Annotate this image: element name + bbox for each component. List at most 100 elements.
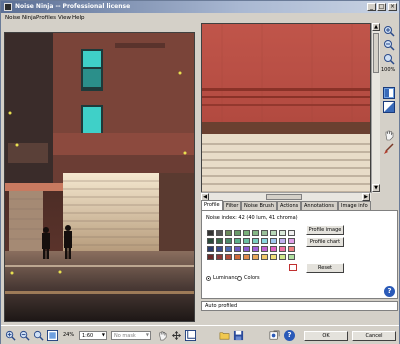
move-tool-icon[interactable] bbox=[171, 330, 182, 341]
menu-bar: Noise Ninja Profiles View Help bbox=[1, 13, 399, 23]
minimize-button[interactable]: _ bbox=[367, 3, 376, 11]
help-icon[interactable]: ? bbox=[284, 330, 295, 341]
maximize-button[interactable]: □ bbox=[377, 3, 386, 11]
tab-profile[interactable]: Profile bbox=[201, 200, 223, 210]
zoom-vertical-scrollbar[interactable]: ▲ ▼ bbox=[371, 23, 380, 193]
tab-noise-brush[interactable]: Noise Brush bbox=[241, 201, 277, 210]
status-bar: Auto profiled bbox=[201, 301, 398, 311]
scroll-down-arrow-icon[interactable]: ▼ bbox=[372, 184, 380, 192]
profile-chart-button[interactable]: Profile chart bbox=[306, 237, 344, 247]
colors-radio[interactable] bbox=[237, 276, 242, 281]
ok-button[interactable]: OK bbox=[304, 331, 348, 341]
reset-button[interactable]: Reset bbox=[306, 263, 344, 273]
zoom-horizontal-scroll-thumb[interactable] bbox=[266, 194, 302, 200]
swatch[interactable] bbox=[288, 238, 295, 244]
swatch[interactable] bbox=[207, 246, 214, 252]
fit-window-icon[interactable] bbox=[47, 330, 58, 341]
swatch[interactable] bbox=[270, 246, 277, 252]
swatch[interactable] bbox=[225, 230, 232, 236]
scroll-right-arrow-icon[interactable]: ▶ bbox=[362, 193, 370, 201]
menu-profiles[interactable]: Profiles bbox=[36, 15, 56, 21]
swatch[interactable] bbox=[216, 238, 223, 244]
zoom-in-icon[interactable] bbox=[5, 330, 16, 341]
cancel-button[interactable]: Cancel bbox=[352, 331, 396, 341]
swatch[interactable] bbox=[243, 246, 250, 252]
swatch[interactable] bbox=[225, 238, 232, 244]
app-window: Noise Ninja -- Professional license _ □ … bbox=[0, 0, 400, 344]
profile-panel: Noise index: 42 (40 lum, 41 chroma) Prof… bbox=[201, 210, 398, 299]
tab-filter[interactable]: Filter bbox=[223, 201, 241, 210]
swatch[interactable] bbox=[288, 254, 295, 260]
zoom-horizontal-scrollbar[interactable]: ◀ ▶ bbox=[201, 192, 371, 201]
noise-brush-icon[interactable] bbox=[383, 143, 395, 155]
swatch[interactable] bbox=[270, 238, 277, 244]
fit-select[interactable]: 1:60 ▼ bbox=[79, 331, 107, 340]
swatch[interactable] bbox=[261, 254, 268, 260]
zoom-preview-image bbox=[202, 24, 370, 202]
window-title: Noise Ninja -- Professional license bbox=[15, 3, 131, 10]
swatch[interactable] bbox=[261, 238, 268, 244]
swatch[interactable] bbox=[288, 230, 295, 236]
profile-image-button[interactable]: Profile image bbox=[306, 225, 344, 235]
swatch[interactable] bbox=[243, 230, 250, 236]
menu-view[interactable]: View bbox=[58, 15, 71, 21]
zoom-out-icon[interactable] bbox=[19, 330, 30, 341]
swatch[interactable] bbox=[207, 230, 214, 236]
swatch[interactable] bbox=[234, 238, 241, 244]
zoom-preview[interactable] bbox=[201, 23, 371, 203]
swatch[interactable] bbox=[216, 246, 223, 252]
zoom-in-icon[interactable] bbox=[383, 25, 395, 37]
swatch[interactable] bbox=[225, 246, 232, 252]
tab-actions[interactable]: Actions bbox=[277, 201, 301, 210]
swatch[interactable] bbox=[252, 254, 259, 260]
swatch[interactable] bbox=[270, 230, 277, 236]
tab-annotations[interactable]: Annotations bbox=[301, 201, 338, 210]
menu-noise-ninja[interactable]: Noise Ninja bbox=[5, 15, 36, 21]
chevron-down-icon: ▼ bbox=[145, 332, 149, 337]
swatch[interactable] bbox=[279, 254, 286, 260]
swatch[interactable] bbox=[216, 230, 223, 236]
swatch[interactable] bbox=[207, 238, 214, 244]
image-viewport[interactable] bbox=[4, 32, 195, 322]
zoom-fit-icon[interactable] bbox=[33, 330, 44, 341]
swatch[interactable] bbox=[207, 254, 214, 260]
compare-view-icon[interactable] bbox=[383, 87, 395, 99]
swatch[interactable] bbox=[225, 254, 232, 260]
hand-tool-icon[interactable] bbox=[383, 129, 395, 141]
swatch[interactable] bbox=[234, 246, 241, 252]
luminance-radio[interactable] bbox=[206, 276, 211, 281]
swatch[interactable] bbox=[234, 254, 241, 260]
crop-icon[interactable] bbox=[185, 330, 196, 341]
swatch[interactable] bbox=[279, 246, 286, 252]
swatch[interactable] bbox=[252, 230, 259, 236]
swatch[interactable] bbox=[252, 246, 259, 252]
title-bar: Noise Ninja -- Professional license _ □ … bbox=[1, 1, 399, 13]
swatch[interactable] bbox=[261, 246, 268, 252]
swatch[interactable] bbox=[243, 254, 250, 260]
help-icon[interactable]: ? bbox=[384, 286, 395, 297]
mask-select[interactable]: No mask ▼ bbox=[111, 331, 151, 340]
menu-help[interactable]: Help bbox=[72, 15, 85, 21]
zoom-actual-icon[interactable] bbox=[383, 53, 395, 65]
tab-image-info[interactable]: Image info bbox=[338, 201, 371, 210]
selected-color-swatch[interactable] bbox=[289, 264, 297, 271]
swatch[interactable] bbox=[261, 230, 268, 236]
hand-tool-icon[interactable] bbox=[157, 330, 168, 341]
scroll-up-arrow-icon[interactable]: ▲ bbox=[372, 23, 380, 31]
street-photo bbox=[5, 33, 194, 321]
zoom-vertical-scroll-thumb[interactable] bbox=[373, 33, 379, 73]
swatch[interactable] bbox=[216, 254, 223, 260]
save-icon[interactable] bbox=[233, 330, 244, 341]
swatch[interactable] bbox=[279, 230, 286, 236]
zoom-out-icon[interactable] bbox=[383, 39, 395, 51]
close-button[interactable]: × bbox=[388, 3, 397, 11]
swatch[interactable] bbox=[243, 238, 250, 244]
batch-icon[interactable] bbox=[269, 330, 280, 341]
swatch[interactable] bbox=[279, 238, 286, 244]
split-view-icon[interactable] bbox=[383, 101, 395, 113]
swatch[interactable] bbox=[270, 254, 277, 260]
open-folder-icon[interactable] bbox=[219, 330, 230, 341]
swatch[interactable] bbox=[234, 230, 241, 236]
swatch[interactable] bbox=[252, 238, 259, 244]
swatch[interactable] bbox=[288, 246, 295, 252]
